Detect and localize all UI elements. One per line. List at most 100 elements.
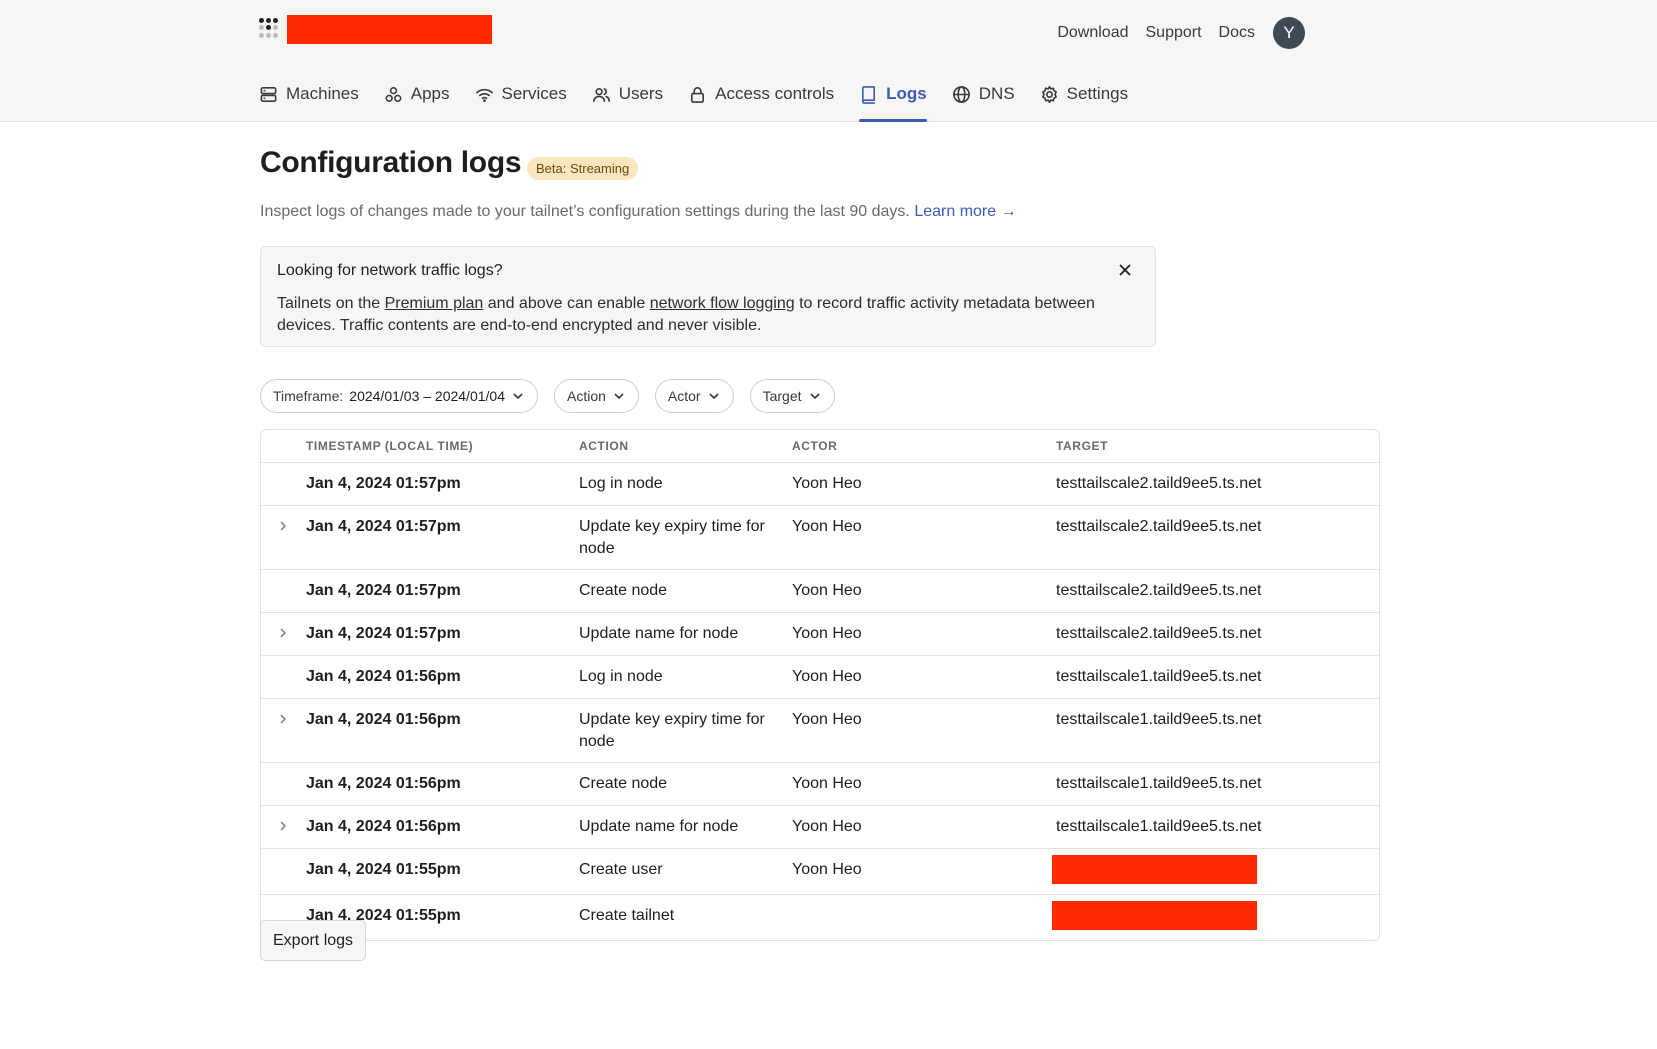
table-row[interactable]: Jan 4, 2024 01:57pm Update key expiry ti… bbox=[261, 506, 1379, 570]
nav-apps[interactable]: Apps bbox=[384, 78, 450, 122]
cell-actor: Yoon Heo bbox=[792, 582, 862, 599]
cell-timestamp: Jan 4, 2024 01:57pm bbox=[306, 582, 461, 599]
nav-logs[interactable]: Logs bbox=[859, 78, 927, 122]
table-row[interactable]: Jan 4, 2024 01:57pm Create node Yoon Heo… bbox=[261, 570, 1379, 613]
cell-action: Create user bbox=[579, 861, 663, 878]
nav-access-controls[interactable]: Access controls bbox=[688, 78, 834, 122]
cell-timestamp: Jan 4, 2024 01:56pm bbox=[306, 668, 461, 685]
globe-icon bbox=[952, 86, 970, 103]
target-filter-label: Target bbox=[762, 388, 802, 404]
cell-target: testtailscale2.taild9ee5.ts.net bbox=[1056, 518, 1262, 535]
cell-actor: Yoon Heo bbox=[792, 625, 862, 642]
close-icon[interactable] bbox=[1117, 262, 1133, 278]
cell-target bbox=[1052, 895, 1379, 940]
learn-more-link[interactable]: Learn more → bbox=[914, 203, 1016, 220]
table-row[interactable]: Jan 4, 2024 01:56pm Log in node Yoon Heo… bbox=[261, 656, 1379, 699]
cell-actor bbox=[792, 895, 1056, 940]
cell-action: Update key expiry time for node bbox=[579, 711, 765, 750]
column-header-actor: ACTOR bbox=[792, 439, 838, 453]
cell-action: Log in node bbox=[579, 475, 663, 492]
chevron-right-icon[interactable] bbox=[277, 820, 289, 832]
page-subtitle: Inspect logs of changes made to your tai… bbox=[260, 203, 1017, 221]
export-logs-button[interactable]: Export logs bbox=[260, 920, 367, 961]
cell-actor: Yoon Heo bbox=[792, 518, 862, 535]
nav-label: Logs bbox=[886, 84, 927, 103]
book-icon bbox=[862, 86, 876, 104]
nav-services[interactable]: Services bbox=[475, 78, 567, 122]
cell-action: Create node bbox=[579, 582, 668, 599]
action-filter[interactable]: Action bbox=[553, 379, 639, 413]
server-icon bbox=[260, 87, 277, 102]
cell-target: testtailscale1.taild9ee5.ts.net bbox=[1056, 711, 1262, 728]
column-header-timestamp[interactable]: TIMESTAMP (LOCAL TIME) bbox=[306, 439, 579, 453]
chevron-down-icon bbox=[709, 393, 719, 400]
cell-action: Update name for node bbox=[579, 625, 739, 642]
cell-actor: Yoon Heo bbox=[792, 861, 862, 878]
lock-icon bbox=[691, 87, 705, 103]
cell-target: testtailscale1.taild9ee5.ts.net bbox=[1056, 668, 1262, 685]
nav-users[interactable]: Users bbox=[592, 78, 663, 122]
table-row[interactable]: Jan 4, 2024 01:56pm Update key expiry ti… bbox=[261, 699, 1379, 763]
top-links: Download Support Docs Y bbox=[1057, 17, 1305, 49]
timeframe-value: 2024/01/03 – 2024/01/04 bbox=[349, 388, 505, 404]
chevron-right-icon[interactable] bbox=[277, 627, 289, 639]
cell-target: testtailscale2.taild9ee5.ts.net bbox=[1056, 625, 1262, 642]
timeframe-filter[interactable]: Timeframe: 2024/01/03 – 2024/01/04 bbox=[260, 379, 538, 413]
tailscale-logo-icon[interactable] bbox=[259, 18, 279, 38]
docs-link[interactable]: Docs bbox=[1219, 24, 1255, 42]
filter-bar: Timeframe: 2024/01/03 – 2024/01/04 Action… bbox=[260, 379, 835, 413]
cell-target: testtailscale2.taild9ee5.ts.net bbox=[1056, 582, 1262, 599]
nav-label: Apps bbox=[410, 84, 450, 103]
cell-target bbox=[1052, 849, 1379, 894]
nav-label: Settings bbox=[1066, 84, 1129, 103]
cell-action: Update key expiry time for node bbox=[579, 518, 765, 557]
nav-label: Machines bbox=[286, 84, 359, 103]
cell-action: Create tailnet bbox=[579, 907, 675, 924]
premium-plan-link[interactable]: Premium plan bbox=[385, 295, 484, 312]
nav-dns[interactable]: DNS bbox=[952, 78, 1015, 122]
cell-target: testtailscale1.taild9ee5.ts.net bbox=[1056, 818, 1262, 835]
timeframe-label: Timeframe: bbox=[273, 388, 344, 404]
cell-target: testtailscale2.taild9ee5.ts.net bbox=[1056, 475, 1262, 492]
table-row[interactable]: Jan 4, 2024 01:56pm Create node Yoon Heo… bbox=[261, 763, 1379, 806]
nav-label: Services bbox=[501, 84, 567, 103]
column-header-target: TARGET bbox=[1056, 439, 1109, 453]
action-filter-label: Action bbox=[566, 388, 606, 404]
table-row[interactable]: Jan 4, 2024 01:55pm Create tailnet bbox=[261, 895, 1379, 940]
table-row[interactable]: Jan 4, 2024 01:57pm Update name for node… bbox=[261, 613, 1379, 656]
subtitle-text: Inspect logs of changes made to your tai… bbox=[260, 203, 910, 220]
table-row[interactable]: Jan 4, 2024 01:57pm Log in node Yoon Heo… bbox=[261, 463, 1379, 506]
chevron-right-icon[interactable] bbox=[277, 520, 289, 532]
table-row[interactable]: Jan 4, 2024 01:56pm Update name for node… bbox=[261, 806, 1379, 849]
actor-filter[interactable]: Actor bbox=[654, 379, 734, 413]
table-row[interactable]: Jan 4, 2024 01:55pm Create user Yoon Heo bbox=[261, 849, 1379, 895]
cell-timestamp: Jan 4, 2024 01:57pm bbox=[306, 625, 461, 642]
network-flow-logging-link[interactable]: network flow logging bbox=[650, 295, 795, 312]
cell-timestamp: Jan 4, 2024 01:56pm bbox=[306, 818, 461, 835]
cell-action: Log in node bbox=[579, 668, 663, 685]
target-filter[interactable]: Target bbox=[749, 379, 835, 413]
page-title: Configuration logs bbox=[260, 146, 522, 179]
cell-actor: Yoon Heo bbox=[792, 818, 862, 835]
nav-machines[interactable]: Machines bbox=[259, 78, 359, 122]
redacted-tailnet-name bbox=[287, 15, 492, 44]
cell-timestamp: Jan 4, 2024 01:55pm bbox=[306, 861, 461, 878]
cell-target: testtailscale1.taild9ee5.ts.net bbox=[1056, 775, 1262, 792]
cell-timestamp: Jan 4, 2024 01:56pm bbox=[306, 711, 461, 728]
nav-settings[interactable]: Settings bbox=[1040, 78, 1128, 122]
chevron-right-icon[interactable] bbox=[277, 713, 289, 725]
chevron-down-icon bbox=[809, 393, 820, 400]
avatar[interactable]: Y bbox=[1273, 17, 1305, 49]
nav-label: Access controls bbox=[715, 84, 835, 103]
chevron-down-icon bbox=[513, 393, 523, 400]
cell-actor: Yoon Heo bbox=[792, 775, 862, 792]
users-icon bbox=[592, 87, 610, 102]
table-header: TIMESTAMP (LOCAL TIME) ACTION ACTOR TARG… bbox=[261, 430, 1379, 463]
support-link[interactable]: Support bbox=[1146, 24, 1202, 42]
cell-actor: Yoon Heo bbox=[792, 668, 862, 685]
download-link[interactable]: Download bbox=[1057, 24, 1128, 42]
chevron-down-icon bbox=[614, 393, 624, 400]
apps-icon bbox=[385, 87, 402, 102]
redacted-target bbox=[1052, 855, 1257, 884]
cell-action: Create node bbox=[579, 775, 668, 792]
